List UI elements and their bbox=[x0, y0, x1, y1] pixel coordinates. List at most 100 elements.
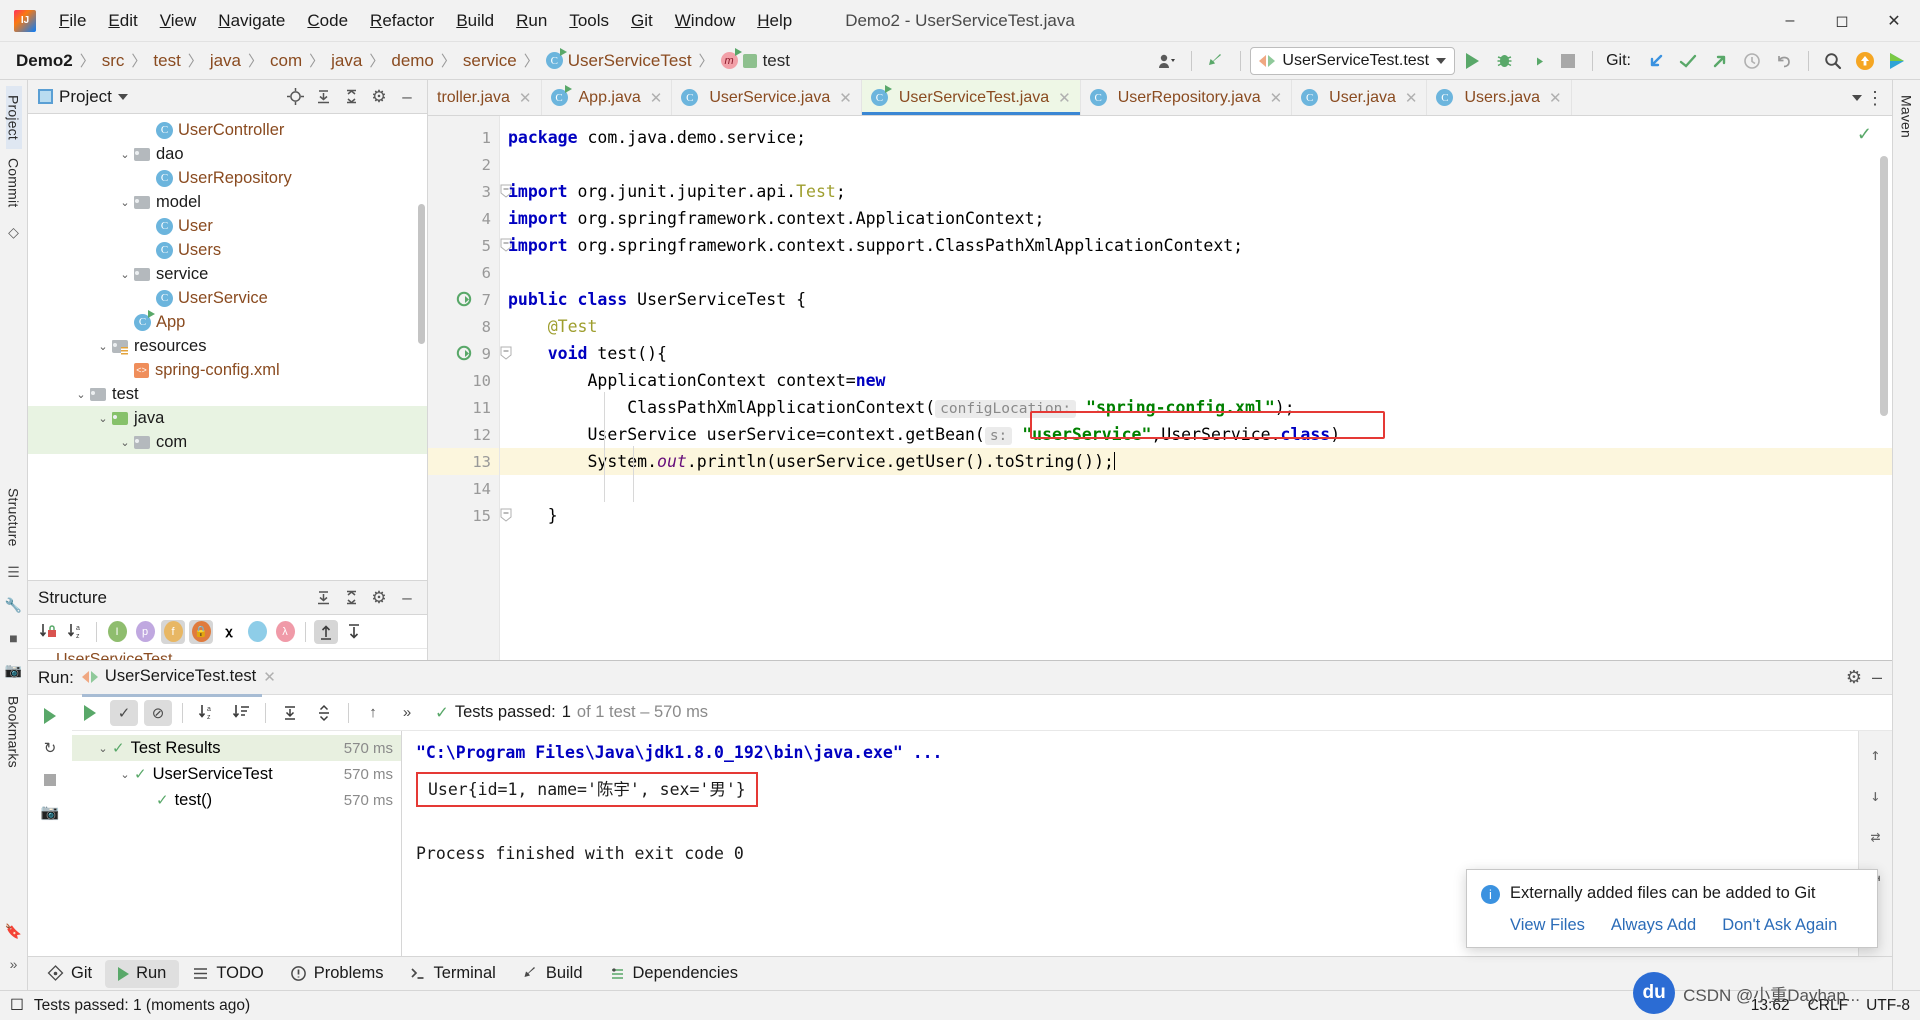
breadcrumb-item-src[interactable]: src bbox=[102, 51, 125, 71]
tree-node-resources[interactable]: ⌄ resources bbox=[28, 334, 427, 358]
status-event-icon[interactable]: ☐ bbox=[10, 996, 24, 1015]
expander-icon[interactable]: ⌄ bbox=[116, 196, 134, 209]
close-icon[interactable]: ✕ bbox=[519, 89, 532, 107]
expander-icon[interactable]: ⌄ bbox=[94, 742, 112, 755]
git-update-icon[interactable] bbox=[1641, 47, 1671, 75]
close-icon[interactable]: ✕ bbox=[1549, 89, 1562, 107]
tree-node-users[interactable]: C Users bbox=[28, 238, 427, 262]
rail-item-maven[interactable]: Maven bbox=[1899, 86, 1915, 147]
always-add-link[interactable]: Always Add bbox=[1611, 916, 1696, 935]
rerun-button[interactable] bbox=[36, 703, 64, 729]
sort-alpha-icon[interactable]: az bbox=[64, 620, 88, 644]
hide-panel-icon[interactable]: – bbox=[1872, 667, 1882, 688]
test-row-test-results[interactable]: ⌄ ✓ Test Results 570 ms bbox=[72, 735, 401, 761]
gutter-line-4[interactable]: 4 bbox=[428, 205, 499, 232]
scroll-down-icon[interactable]: ↓ bbox=[1871, 782, 1881, 809]
run-configuration-selector[interactable]: UserServiceTest.test bbox=[1250, 46, 1456, 75]
expander-icon[interactable]: ⌄ bbox=[116, 768, 134, 781]
tree-node-com[interactable]: ⌄ com bbox=[28, 430, 427, 454]
bottom-tab-todo[interactable]: TODO bbox=[179, 960, 276, 988]
editor-tab-userservicetest-java[interactable]: C UserServiceTest.java ✕ bbox=[861, 80, 1081, 115]
gutter-line-5[interactable]: 5 bbox=[428, 232, 512, 259]
plugin-play-icon[interactable] bbox=[1882, 47, 1912, 75]
close-icon[interactable]: ✕ bbox=[1270, 89, 1283, 107]
locate-icon[interactable] bbox=[283, 85, 307, 109]
git-history-icon[interactable] bbox=[1737, 47, 1767, 75]
breadcrumb[interactable]: Demo2 〉 src 〉 test 〉 java 〉 com 〉 java 〉 demo 〉 servic… bbox=[16, 48, 790, 71]
show-fields-icon[interactable]: f bbox=[161, 619, 185, 644]
gutter-line-3[interactable]: 3 bbox=[428, 178, 512, 205]
tree-node-spring-config-xml[interactable]: <> spring-config.xml bbox=[28, 358, 427, 382]
close-icon[interactable]: ✕ bbox=[650, 89, 663, 107]
dependencies-rail-icon[interactable]: ☰ bbox=[7, 556, 20, 589]
run-session-tab[interactable]: UserServiceTest.test ✕ bbox=[81, 667, 276, 697]
chevron-down-icon[interactable] bbox=[1436, 57, 1447, 64]
gutter-line-9[interactable]: 9 bbox=[428, 340, 512, 367]
project-tree[interactable]: C UserController ⌄ dao C UserRepository ⌄ model… bbox=[28, 114, 427, 580]
code-line-12[interactable]: UserService userService=context.getBean(… bbox=[508, 421, 1892, 448]
code-line-6[interactable] bbox=[508, 259, 1892, 286]
tree-node-app[interactable]: C App bbox=[28, 309, 427, 334]
code-line-7[interactable]: public class UserServiceTest { bbox=[508, 286, 1892, 313]
bottom-tab-build[interactable]: Build bbox=[509, 960, 596, 988]
code-line-2[interactable] bbox=[508, 151, 1892, 178]
run-test-gutter-icon[interactable] bbox=[456, 345, 472, 361]
gutter-line-13[interactable]: 13 bbox=[428, 448, 499, 475]
show-properties-icon[interactable]: p bbox=[133, 620, 157, 644]
tree-node-model[interactable]: ⌄ model bbox=[28, 190, 427, 214]
expander-icon[interactable]: ⌄ bbox=[116, 436, 134, 449]
close-icon[interactable]: ✕ bbox=[1405, 89, 1418, 107]
collapse-all-icon[interactable] bbox=[310, 700, 338, 726]
show-passed-icon[interactable]: ✓ bbox=[110, 699, 138, 726]
gutter-line-6[interactable]: 6 bbox=[428, 259, 499, 286]
tab-list-chevron-icon[interactable] bbox=[1852, 94, 1862, 101]
tab-more-icon[interactable]: ⋮ bbox=[1866, 89, 1884, 107]
test-results-tree[interactable]: ⌄ ✓ Test Results 570 ms ⌄ ✓ UserServiceTest 570… bbox=[72, 731, 402, 956]
close-icon[interactable]: ✕ bbox=[839, 89, 852, 107]
show-inherited-icon[interactable]: I bbox=[105, 620, 129, 644]
debug-button[interactable] bbox=[1489, 47, 1519, 75]
editor-code[interactable]: package com.java.demo.service; import or… bbox=[500, 116, 1892, 660]
project-tree-scrollbar[interactable] bbox=[418, 204, 425, 344]
editor-tab-app-java[interactable]: C App.java ✕ bbox=[542, 80, 673, 115]
wrench-rail-icon[interactable]: 🔧 bbox=[5, 589, 22, 622]
code-line-14[interactable] bbox=[508, 475, 1892, 502]
rail-item-commit[interactable]: Commit bbox=[6, 149, 22, 216]
settings-gear-icon[interactable]: ⚙ bbox=[367, 85, 391, 109]
gutter-line-14[interactable]: 14 bbox=[428, 475, 499, 502]
bottom-tab-run[interactable]: Run bbox=[105, 959, 180, 988]
tree-node-service[interactable]: ⌄ service bbox=[28, 262, 427, 286]
menu-run[interactable]: Run bbox=[505, 7, 558, 35]
code-line-15[interactable]: } bbox=[508, 502, 1892, 529]
tree-node-java[interactable]: ⌄ java bbox=[28, 406, 427, 430]
expander-icon[interactable]: ⌄ bbox=[116, 268, 134, 281]
editor-tab-userservice-java[interactable]: C UserService.java ✕ bbox=[672, 80, 862, 115]
tree-node-userservice[interactable]: C UserService bbox=[28, 286, 427, 310]
bottom-tab-dependencies[interactable]: Dependencies bbox=[596, 960, 752, 988]
collapse-all-icon[interactable] bbox=[339, 85, 363, 109]
sort-duration-icon[interactable] bbox=[227, 700, 255, 726]
test-row-test--[interactable]: ✓ test() 570 ms bbox=[72, 787, 401, 813]
settings-gear-icon[interactable]: ⚙ bbox=[1846, 667, 1862, 688]
editor-tab-user-java[interactable]: C User.java ✕ bbox=[1292, 80, 1428, 115]
rail-item-bookmarks[interactable]: Bookmarks bbox=[6, 687, 22, 777]
code-line-8[interactable]: @Test bbox=[508, 313, 1892, 340]
menu-file[interactable]: File bbox=[48, 7, 97, 35]
code-editor[interactable]: 1 2 3 4 5 6 7 8 9 10 11 12 13 14 15 package com.java.d… bbox=[428, 116, 1892, 660]
code-line-10[interactable]: ApplicationContext context=new bbox=[508, 367, 1892, 394]
gutter-line-12[interactable]: 12 bbox=[428, 421, 499, 448]
bookmark-icon[interactable]: 🔖 bbox=[5, 915, 22, 948]
git-push-icon[interactable] bbox=[1705, 47, 1735, 75]
code-line-3[interactable]: import org.junit.jupiter.api.Test; bbox=[508, 178, 1892, 205]
soft-wrap-icon[interactable]: ⇄ bbox=[1871, 823, 1881, 850]
menu-tools[interactable]: Tools bbox=[558, 7, 620, 35]
breadcrumb-item-demo[interactable]: demo bbox=[391, 51, 434, 71]
menu-help[interactable]: Help bbox=[746, 7, 803, 35]
expander-icon[interactable]: ⌄ bbox=[94, 340, 112, 353]
expander-icon[interactable]: ⌄ bbox=[94, 412, 112, 425]
code-line-9[interactable]: void test(){ bbox=[508, 340, 1892, 367]
rail-item-structure[interactable]: Structure bbox=[6, 479, 22, 556]
gutter-line-1[interactable]: 1 bbox=[428, 124, 499, 151]
tree-node-user[interactable]: C User bbox=[28, 214, 427, 238]
scroll-up-icon[interactable]: ↑ bbox=[1871, 741, 1881, 768]
